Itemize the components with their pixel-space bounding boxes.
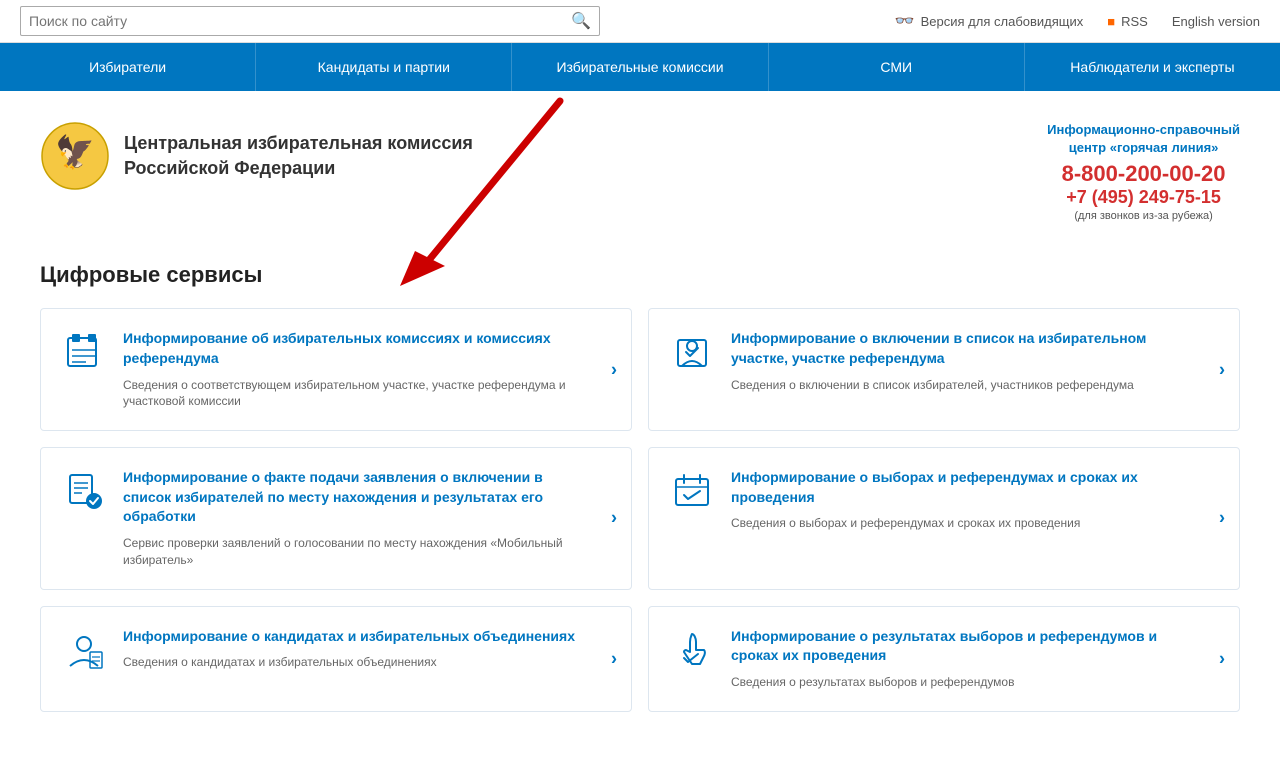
cards-grid: Информирование об избирательных комиссия… xyxy=(40,308,1240,711)
svg-text:🦅: 🦅 xyxy=(55,133,95,170)
vision-label: Версия для слабовидящих xyxy=(921,14,1084,29)
org-name: Центральная избирательная комиссия Росси… xyxy=(124,131,473,181)
nav-voters[interactable]: Избиратели xyxy=(0,43,256,91)
card-1[interactable]: Информирование об избирательных комиссия… xyxy=(40,308,632,431)
hotline-note: (для звонков из-за рубежа) xyxy=(1047,210,1240,222)
card-1-title: Информирование об избирательных комиссия… xyxy=(123,329,591,368)
card-5-desc: Сведения о кандидатах и избирательных об… xyxy=(123,654,591,671)
hotline-alt-number: +7 (495) 249-75-15 xyxy=(1047,187,1240,208)
card-3-body: Информирование о факте подачи заявления … xyxy=(123,468,591,568)
card-6-desc: Сведения о результатах выборов и референ… xyxy=(731,674,1199,691)
vision-link[interactable]: 👓 Версия для слабовидящих xyxy=(895,11,1084,31)
nav-candidates[interactable]: Кандидаты и партии xyxy=(256,43,512,91)
card-6-title: Информирование о результатах выборов и р… xyxy=(731,627,1199,666)
card-4[interactable]: Информирование о выборах и референдумах … xyxy=(648,447,1240,589)
card-5-body: Информирование о кандидатах и избиратель… xyxy=(123,627,591,671)
rss-link[interactable]: ■ RSS xyxy=(1107,14,1148,29)
nav-observers[interactable]: Наблюдатели и эксперты xyxy=(1025,43,1280,91)
header-section: 🦅 Центральная избирательная комиссия Рос… xyxy=(40,111,1240,232)
card-3-title: Информирование о факте подачи заявления … xyxy=(123,468,591,527)
card-5-arrow: › xyxy=(611,648,617,669)
card-2-body: Информирование о включении в список на и… xyxy=(731,329,1199,393)
rss-label: RSS xyxy=(1121,14,1148,29)
card-3-icon xyxy=(61,468,107,514)
nav-bar: Избиратели Кандидаты и партии Избиратель… xyxy=(0,43,1280,91)
nav-media[interactable]: СМИ xyxy=(769,43,1025,91)
card-4-arrow: › xyxy=(1219,508,1225,529)
card-2-arrow: › xyxy=(1219,359,1225,380)
card-1-body: Информирование об избирательных комиссия… xyxy=(123,329,591,410)
emblem-icon: 🦅 xyxy=(40,121,110,191)
card-4-title: Информирование о выборах и референдумах … xyxy=(731,468,1199,507)
card-1-arrow: › xyxy=(611,359,617,380)
card-6[interactable]: Информирование о результатах выборов и р… xyxy=(648,606,1240,712)
card-5-title: Информирование о кандидатах и избиратель… xyxy=(123,627,591,647)
search-button[interactable]: 🔍 xyxy=(571,11,591,31)
card-1-desc: Сведения о соответствующем избирательном… xyxy=(123,377,591,411)
card-3[interactable]: Информирование о факте подачи заявления … xyxy=(40,447,632,589)
card-5[interactable]: Информирование о кандидатах и избиратель… xyxy=(40,606,632,712)
hotline-main-number: 8-800-200-00-20 xyxy=(1047,161,1240,187)
card-3-arrow: › xyxy=(611,508,617,529)
top-bar-right: 👓 Версия для слабовидящих ■ RSS English … xyxy=(895,11,1260,31)
logo-area: 🦅 Центральная избирательная комиссия Рос… xyxy=(40,121,473,191)
card-6-icon xyxy=(669,627,715,673)
card-1-icon xyxy=(61,329,107,375)
card-4-body: Информирование о выборах и референдумах … xyxy=(731,468,1199,532)
card-2-title: Информирование о включении в список на и… xyxy=(731,329,1199,368)
card-6-body: Информирование о результатах выборов и р… xyxy=(731,627,1199,691)
card-6-arrow: › xyxy=(1219,648,1225,669)
card-4-desc: Сведения о выборах и референдумах и срок… xyxy=(731,515,1199,532)
services-title: Цифровые сервисы xyxy=(40,262,1240,288)
main-content: 🦅 Центральная избирательная комиссия Рос… xyxy=(20,91,1260,732)
card-5-icon xyxy=(61,627,107,673)
card-2-icon xyxy=(669,329,715,375)
rss-icon: ■ xyxy=(1107,14,1115,29)
card-4-icon xyxy=(669,468,715,514)
english-link[interactable]: English version xyxy=(1172,14,1260,29)
search-wrap: 🔍 xyxy=(20,6,600,36)
english-label: English version xyxy=(1172,14,1260,29)
search-input[interactable] xyxy=(29,13,571,29)
card-2[interactable]: Информирование о включении в список на и… xyxy=(648,308,1240,431)
card-2-desc: Сведения о включении в список избирателе… xyxy=(731,377,1199,394)
hotline-area: Информационно-справочный центр «горячая … xyxy=(1047,121,1240,222)
card-3-desc: Сервис проверки заявлений о голосовании … xyxy=(123,535,591,569)
nav-commissions[interactable]: Избирательные комиссии xyxy=(512,43,768,91)
top-bar: 🔍 👓 Версия для слабовидящих ■ RSS Englis… xyxy=(0,0,1280,43)
vision-icon: 👓 xyxy=(895,11,915,31)
